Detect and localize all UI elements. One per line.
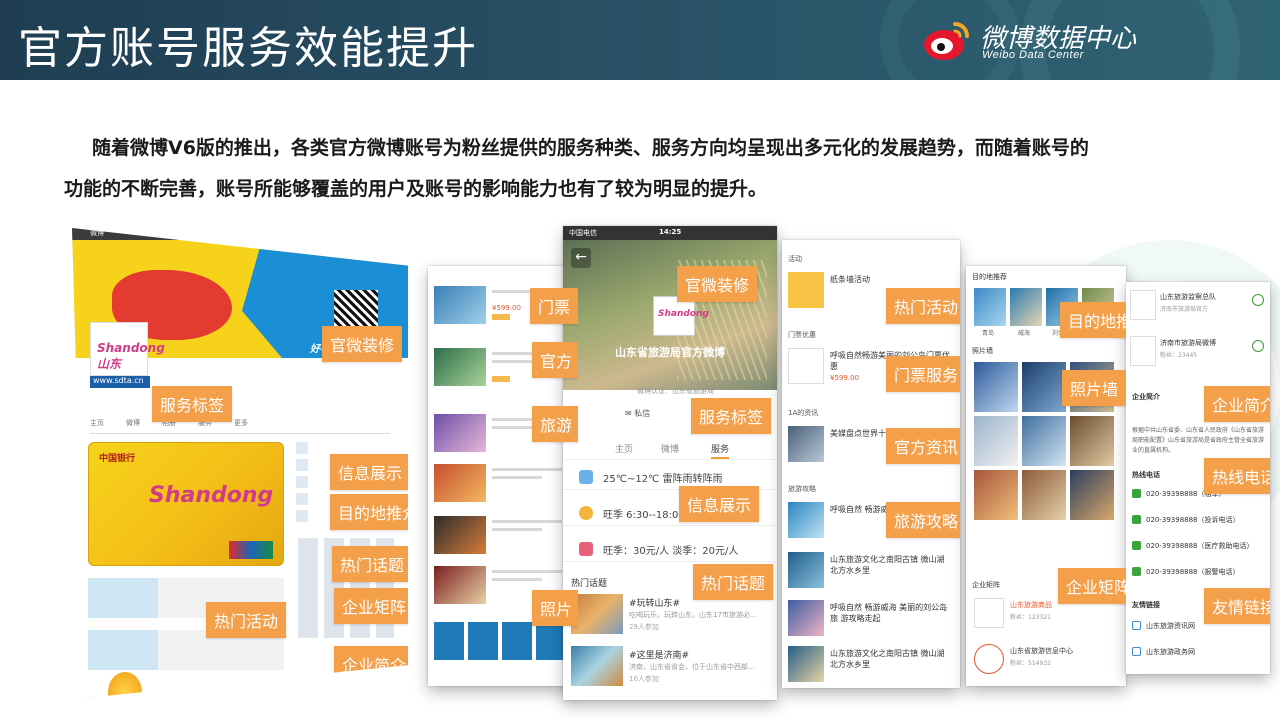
- tab-weibo[interactable]: 微博: [661, 442, 679, 455]
- site-url: www.sdta.cn: [90, 376, 150, 388]
- section-corp-matrix: 企业矩阵: [972, 581, 1000, 589]
- tag-enterprise-matrix: 企业矩阵: [1058, 568, 1126, 604]
- tag-tourism: 旅游: [532, 406, 578, 442]
- avatar: Shandong: [653, 296, 709, 336]
- intro-line-2: 功能的不断完善，账号所能够覆盖的用户及账号的影响能力也有了较为明显的提升。: [64, 178, 768, 200]
- profile-nav: 主页 微博 相册 服务 更多: [90, 418, 390, 434]
- tag-hot-topic: 热门话题: [332, 546, 408, 582]
- section-intro: 企业简介: [1132, 393, 1160, 401]
- tag-travel-guide: 旅游攻略: [886, 502, 960, 538]
- section-photo-wall: 照片墙: [972, 347, 993, 355]
- tag-service-label: 服务标签: [152, 386, 233, 422]
- topics-heading: 热门话题: [571, 579, 608, 589]
- tag-info-display: 信息展示: [330, 454, 408, 490]
- tag-enterprise-matrix: 企业矩阵: [334, 588, 408, 624]
- place-caption: 威海: [1018, 330, 1031, 337]
- intro-paragraph: 随着微博V6版的推出，各类官方微博账号为粉丝提供的服务种类、服务方向均呈现出多元…: [64, 128, 1224, 210]
- browser-topbar: 微博: [72, 228, 408, 240]
- tag-info-display: 信息展示: [679, 486, 760, 522]
- message-button[interactable]: ✉ 私信: [625, 408, 650, 419]
- screenshot-destinations: 目的地推荐 青岛 威海 刘公岛 济南 照片墙 企业矩阵 山东旅游商品粉丝：123…: [966, 266, 1126, 686]
- header-bar: 官方账号服务效能提升 微博数据中心 Weibo Data Center: [0, 0, 1280, 80]
- tag-enterprise-intro: 企业简介: [1204, 386, 1270, 422]
- tag-destination: 目的地推介: [330, 494, 408, 530]
- tag-ticket-service: 门票服务: [886, 356, 960, 392]
- section-tickets: 门票优惠: [788, 331, 816, 339]
- weather-icon: [579, 470, 593, 484]
- profile-tabs: 主页 微博 服务: [563, 438, 777, 460]
- follow-icon[interactable]: [1252, 294, 1264, 306]
- link-icon: [1132, 621, 1141, 630]
- screenshot-desktop-profile: 微博 好客山东欢迎您 Shandong 山东 www.sdta.cn 主页微博相…: [72, 228, 408, 698]
- hotline-item[interactable]: 020-39398888（报警电话）: [1132, 566, 1268, 580]
- account-item[interactable]: 济南市旅游局微博 粉丝：23445: [1130, 336, 1266, 376]
- tag-photo-wall: 照片墙: [1062, 370, 1126, 406]
- phone-icon: [1132, 515, 1141, 524]
- hotline-item[interactable]: 020-39398888（医疗救助电话）: [1132, 540, 1268, 554]
- weibo-logo-icon: [924, 22, 969, 60]
- tag-enterprise-intro: 企业简介: [334, 646, 408, 682]
- bank-card-banner: 中国银行 Shandong: [88, 442, 284, 566]
- tag-friend-links: 友情链接: [1204, 588, 1270, 624]
- section-news: 1A的资讯: [788, 409, 819, 417]
- tag-official: 官方: [532, 342, 578, 378]
- hotline-item[interactable]: 020-39398888（投诉电话）: [1132, 514, 1268, 528]
- tag-ticket: 门票: [530, 288, 578, 324]
- tag-hot-topic: 热门话题: [693, 564, 774, 600]
- section-activity: 活动: [788, 255, 802, 263]
- section-links: 友情链接: [1132, 601, 1160, 609]
- brand-subtitle: Weibo Data Center: [982, 49, 1084, 61]
- tag-destination: 目的地推介: [1060, 302, 1126, 338]
- status-time: 14:25: [659, 228, 682, 236]
- tag-official-decor: 官微装修: [677, 266, 758, 302]
- screenshot-mobile-profile: 中国电信 14:25 ← Shandong 山东省旅游局官方微博 微博认证：山东…: [563, 226, 777, 700]
- phone-icon: [1132, 567, 1141, 576]
- section-destinations: 目的地推荐: [972, 273, 1007, 281]
- section-hotline: 热线电话: [1132, 471, 1160, 479]
- tag-hotline: 热线电话: [1204, 458, 1270, 494]
- account-name: 山东省旅游局官方微博: [615, 346, 725, 359]
- account-item[interactable]: 山东旅游监察总队 济南市旅游局官方: [1130, 290, 1266, 330]
- qr-code: [334, 290, 378, 330]
- screenshot-service-list: ¥599.00 门票 官方 旅游 照片: [428, 266, 578, 686]
- phone-icon: [1132, 541, 1141, 550]
- follow-icon[interactable]: [1252, 340, 1264, 352]
- ticket-icon: [579, 542, 593, 556]
- status-bar: 中国电信 14:25: [563, 226, 777, 240]
- tag-hot-activity: 热门活动: [206, 602, 287, 638]
- brand: 微博数据中心 Weibo Data Center: [922, 16, 1182, 66]
- intro-line-1: 随着微博V6版的推出，各类官方微博账号为粉丝提供的服务种类、服务方向均呈现出多元…: [92, 137, 1089, 159]
- phone-icon: [1132, 489, 1141, 498]
- tag-official-decor: 官微装修: [322, 326, 403, 362]
- page-title: 官方账号服务效能提升: [18, 23, 478, 74]
- tab-home[interactable]: 主页: [615, 442, 633, 455]
- account-logo: Shandong 山东: [90, 322, 165, 376]
- link-icon: [1132, 647, 1141, 656]
- tag-photo: 照片: [532, 590, 578, 626]
- tab-service[interactable]: 服务: [711, 442, 730, 459]
- screenshot-activity-list: 活动 纸条墙活动 门票优惠 呼吸自然畅游美丽的刘公岛门票优惠¥599.00 1A…: [782, 240, 960, 688]
- friend-link[interactable]: 山东旅游政务网: [1132, 646, 1268, 660]
- place-caption: 青岛: [982, 330, 995, 337]
- corp-item[interactable]: 山东旅游商品 粉丝：123321: [974, 598, 1124, 638]
- back-arrow-icon[interactable]: ←: [571, 248, 591, 268]
- tag-official-news: 官方资讯: [886, 428, 960, 464]
- topic-item[interactable]: #玩转山东# 吃喝玩乐，玩转山东。山东17市旅游必... 29人参加: [571, 594, 771, 642]
- topic-item[interactable]: #这里是济南# 济南，山东省省会，位于山东省中西部... 16人参加: [571, 646, 771, 694]
- tag-service-label: 服务标签: [691, 398, 772, 434]
- unionpay-icon: [229, 541, 273, 559]
- corp-item[interactable]: 山东省旅游信息中心 粉丝：514932: [974, 644, 1124, 684]
- tag-hot-activity: 热门活动: [886, 288, 960, 324]
- section-guide: 旅游攻略: [788, 485, 816, 493]
- screenshot-enterprise-info: 山东旅游监察总队 济南市旅游局官方 济南市旅游局微博 粉丝：23445 企业简介 根…: [1126, 282, 1270, 674]
- ticket-row: 旺季：30元/人 淡季：20元/人: [563, 536, 777, 562]
- clock-icon: [579, 506, 593, 520]
- intro-text: 根据中共山东省委、山东省人民政府《山东省旅游局职能配置》山东省旅游局是省政府主管…: [1132, 427, 1265, 454]
- verify-text: 微博认证：山东省旅游局: [637, 387, 714, 395]
